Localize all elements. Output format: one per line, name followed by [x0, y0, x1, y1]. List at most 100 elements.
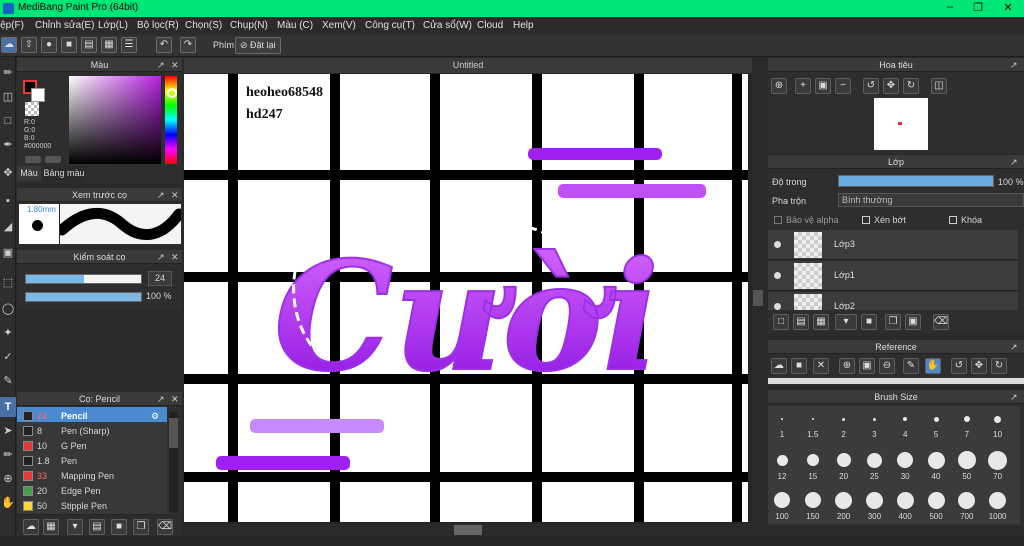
flip-icon[interactable]: ◫ [931, 78, 947, 94]
layer-row[interactable]: Lớp2 [768, 292, 1018, 310]
brush-tool-icon[interactable]: ✒ [0, 135, 16, 155]
blend-mode-select[interactable]: Bình thường [838, 193, 1024, 207]
rotate-right-icon[interactable]: ↻ [991, 358, 1007, 374]
close-icon[interactable]: ✕ [171, 188, 179, 202]
page-icon[interactable]: ▤ [81, 37, 97, 53]
copy-brush-icon[interactable]: ▤ [89, 519, 105, 535]
h-scroll-thumb[interactable] [454, 525, 482, 535]
layer-opacity-slider[interactable] [838, 175, 994, 187]
eyedropper-tool-icon[interactable]: ✓ [0, 347, 16, 367]
brush-size-dot[interactable] [957, 451, 976, 469]
cloud-icon[interactable]: ☁ [1, 37, 17, 53]
menu-file[interactable]: Tệp(F) [0, 20, 24, 31]
popout-icon[interactable]: ↗ [157, 250, 165, 264]
add-brush-icon[interactable]: ▦ [43, 519, 59, 535]
bucket-tool-icon[interactable]: ◢ [0, 217, 16, 237]
export-icon[interactable]: ⇧ [21, 37, 37, 53]
brush-size-dot[interactable] [804, 492, 821, 508]
saturation-value-field[interactable] [69, 76, 161, 164]
brush-size-dot[interactable] [836, 453, 851, 467]
background-color-swatch[interactable] [31, 88, 45, 102]
dropper-icon[interactable]: ✏ [0, 445, 16, 465]
zoom-out-icon[interactable]: ⊖ [879, 358, 895, 374]
navigator-thumbnail[interactable] [874, 98, 928, 150]
brush-size-dot[interactable] [989, 491, 1007, 509]
select-pen-icon[interactable]: ✎ [0, 371, 16, 391]
reset-view-icon[interactable]: ✥ [971, 358, 987, 374]
opacity-slider[interactable] [25, 292, 142, 302]
brush-size-dot[interactable] [927, 451, 945, 469]
zoom-tool-icon[interactable]: ⊕ [0, 469, 16, 489]
popout-icon[interactable]: ↗ [157, 58, 165, 72]
eye-icon[interactable] [774, 303, 781, 310]
close-icon[interactable]: ✕ [171, 250, 179, 264]
menu-cloud[interactable]: Cloud [477, 20, 503, 31]
brush-size-dot[interactable] [811, 418, 814, 420]
delete-layer-icon[interactable]: ⌫ [933, 314, 949, 330]
brush-size-dot[interactable] [896, 491, 914, 509]
close-icon[interactable]: ✕ [171, 392, 179, 406]
close-icon[interactable]: ✕ [171, 58, 179, 72]
menu-color[interactable]: Màu (C) [277, 20, 313, 31]
clipping-checkbox[interactable] [862, 216, 870, 224]
layer-row[interactable]: Lớp1 [768, 261, 1018, 291]
undo-icon[interactable]: ↶ [156, 37, 172, 53]
brush-item[interactable]: 50 Stipple Pen [17, 497, 167, 515]
zoom-in-icon[interactable]: + [795, 78, 811, 94]
zoom-out-icon[interactable]: − [835, 78, 851, 94]
rotate-left-icon[interactable]: ↺ [951, 358, 967, 374]
menu-help[interactable]: Help [513, 20, 534, 31]
open-reference-icon[interactable]: ■ [791, 358, 807, 374]
zoom-in-icon[interactable]: ⊕ [839, 358, 855, 374]
speech-bubble-icon[interactable]: ● [41, 37, 57, 53]
drawing-canvas[interactable]: heoheo68548 hd247 Cười [184, 74, 748, 522]
brush-size-dot[interactable] [866, 452, 882, 468]
reset-button[interactable]: ⊘ Đặt lại [235, 37, 281, 54]
brush-list-scrollbar[interactable] [169, 412, 178, 512]
eyedropper-icon[interactable]: ✎ [903, 358, 919, 374]
gradient-tool-icon[interactable]: ▣ [0, 243, 16, 263]
zoom-icon[interactable]: ⊕ [771, 78, 787, 94]
transparent-color-swatch[interactable] [25, 102, 39, 116]
brush-size-dot[interactable] [806, 454, 819, 466]
palette-toggle-left[interactable] [25, 156, 41, 163]
brush-size-dot[interactable] [776, 454, 788, 466]
close-icon[interactable]: ✕ [998, 1, 1018, 14]
comment-icon[interactable]: ■ [61, 37, 77, 53]
popout-icon[interactable]: ↗ [157, 188, 165, 202]
fill-tool-icon[interactable]: ▪ [0, 191, 16, 211]
merge-layer-icon[interactable]: ▣ [905, 314, 921, 330]
menu-filter[interactable]: Bộ lọc(R) [137, 20, 179, 31]
brush-size-dot[interactable] [988, 450, 1008, 470]
operation-tool-icon[interactable]: ➤ [0, 421, 16, 441]
move-tool-icon[interactable]: ✥ [0, 163, 16, 183]
brush-size-dot[interactable] [994, 415, 1002, 423]
brush-size-dot[interactable] [781, 418, 783, 420]
brush-size-dot[interactable] [958, 491, 976, 509]
popout-icon[interactable]: ↗ [1010, 155, 1018, 169]
eye-icon[interactable] [774, 241, 781, 248]
restore-icon[interactable]: ❐ [968, 1, 988, 14]
layer-menu-icon[interactable]: ▾ [835, 314, 857, 330]
popout-icon[interactable]: ↗ [1010, 58, 1018, 72]
list-icon[interactable]: ☰ [121, 37, 137, 53]
hue-handle[interactable] [167, 88, 177, 98]
pencil-tool-icon[interactable]: ✏ [0, 63, 16, 83]
eraser-tool-icon[interactable]: ◫ [0, 87, 16, 107]
new-halftone-layer-icon[interactable]: ▤ [793, 314, 809, 330]
size-slider[interactable] [25, 274, 142, 284]
eye-icon[interactable] [774, 272, 781, 279]
duplicate-layer-icon[interactable]: ❐ [885, 314, 901, 330]
brush-size-dot[interactable] [842, 417, 846, 421]
menu-edit[interactable]: Chỉnh sửa(E) [35, 20, 95, 31]
brush-size-dot[interactable] [872, 417, 876, 421]
brush-size-dot[interactable] [835, 491, 853, 509]
popout-icon[interactable]: ↗ [1010, 390, 1018, 404]
brush-size-dot[interactable] [903, 417, 908, 421]
v-scroll-thumb[interactable] [753, 290, 763, 306]
folder-icon[interactable]: ■ [111, 519, 127, 535]
layer-row[interactable]: Lớp3 [768, 230, 1018, 260]
brush-size-dot[interactable] [865, 491, 883, 509]
protect-alpha-checkbox[interactable] [774, 216, 782, 224]
layer-folder-icon[interactable]: ■ [861, 314, 877, 330]
